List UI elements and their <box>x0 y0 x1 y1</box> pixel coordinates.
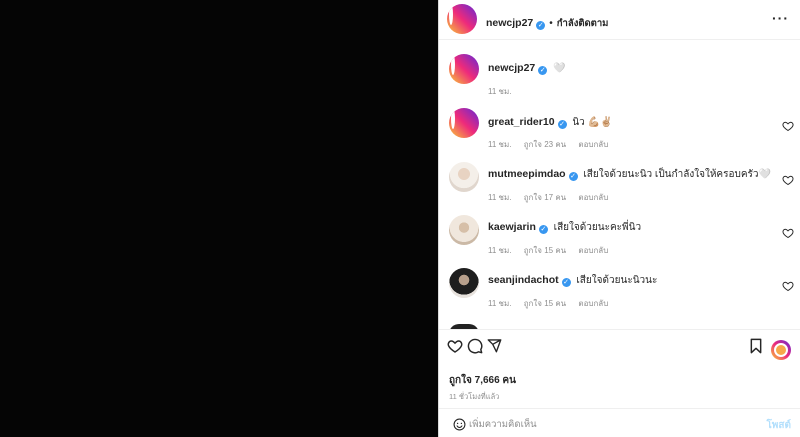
commenter-avatar[interactable] <box>449 215 479 245</box>
commenter-username[interactable]: seanjindachot <box>488 274 559 286</box>
likes-count[interactable]: ถูกใจ 7,666 คน <box>449 373 516 388</box>
comment-input[interactable] <box>469 415 749 433</box>
comment-likes[interactable]: ถูกใจ 15 คน <box>524 246 566 255</box>
reply-button[interactable]: ตอบกลับ <box>578 193 608 202</box>
commenter-username[interactable]: kaewjarin <box>488 221 536 233</box>
story-avatar-button[interactable] <box>771 340 791 360</box>
commenter-avatar[interactable] <box>449 162 479 192</box>
comment-likes[interactable]: ถูกใจ 17 คน <box>524 193 566 202</box>
separator-dot: • <box>549 18 553 29</box>
follow-status-button[interactable]: กำลังติดตาม <box>557 18 609 29</box>
post-header: newcjp27 ✓ • กำลังติดตาม ··· <box>439 0 800 40</box>
action-bar <box>439 329 800 365</box>
more-options-icon[interactable]: ··· <box>772 11 789 25</box>
comment-time: 11 ชม. <box>488 246 512 255</box>
comment-time: 11 ชม. <box>488 193 512 202</box>
verified-icon: ✓ <box>561 278 571 287</box>
share-icon[interactable] <box>487 338 502 353</box>
comment-meta: 11 ชม. ถูกใจ 15 คน ตอบกลับ <box>488 244 618 257</box>
comment-text: นิว 💪🏼✌🏼 <box>572 117 613 128</box>
comment-likes[interactable]: ถูกใจ 15 คน <box>524 299 566 308</box>
commenter-avatar[interactable] <box>449 268 479 298</box>
reply-button[interactable]: ตอบกลับ <box>578 299 608 308</box>
comment-text: เสียใจด้วยนะคะพี่นิว <box>553 222 642 233</box>
commenter-avatar[interactable] <box>449 108 479 138</box>
comment-meta: 11 ชม. ถูกใจ 17 คน ตอบกลับ <box>488 191 618 204</box>
comment-row: kaewjarin ✓ เสียใจด้วยนะคะพี่นิว 11 ชม. ถ… <box>449 215 794 259</box>
caption-time: 11 ชม. <box>488 87 512 96</box>
post-media[interactable] <box>0 0 438 437</box>
comment-composer: โพสต์ <box>439 408 800 437</box>
commenter-username[interactable]: great_rider10 <box>488 116 555 128</box>
heart-icon[interactable] <box>447 338 463 354</box>
caption-username[interactable]: newcjp27 <box>488 62 535 74</box>
post-time: 11 ชั่วโมงที่แล้ว <box>449 392 500 401</box>
heart-icon[interactable] <box>782 174 794 186</box>
verified-icon: ✓ <box>538 66 548 75</box>
comment-text: เสียใจด้วยนะนิวนะ <box>576 275 658 286</box>
heart-icon[interactable] <box>782 120 794 132</box>
heart-icon[interactable] <box>782 280 794 292</box>
heart-icon[interactable] <box>782 227 794 239</box>
comments-list[interactable]: newcjp27 ✓ 🤍 11 ชม. great_rider10 ✓ นิว 💪🏼… <box>439 41 800 329</box>
comment-row: mutmeepimdao ✓ เสียใจด้วยนะนิว เป็นกำลังใ… <box>449 162 794 206</box>
bookmark-icon[interactable] <box>749 338 763 354</box>
commenter-username[interactable]: mutmeepimdao <box>488 168 566 180</box>
comment-text: เสียใจด้วยนะนิว เป็นกำลังใจให้ครอบครัว🤍 <box>583 169 771 180</box>
author-avatar[interactable] <box>449 54 479 84</box>
caption-meta: 11 ชม. <box>488 85 521 98</box>
comment-time: 11 ชม. <box>488 299 512 308</box>
comment-likes[interactable]: ถูกใจ 23 คน <box>524 140 566 149</box>
comment-icon[interactable] <box>467 338 483 354</box>
comment-row: great_rider10 ✓ นิว 💪🏼✌🏼 11 ชม. ถูกใจ 23 … <box>449 108 794 152</box>
author-avatar[interactable] <box>447 4 477 34</box>
verified-icon: ✓ <box>538 225 548 234</box>
caption-text: 🤍 <box>553 63 566 74</box>
smile-icon[interactable] <box>453 418 466 431</box>
reply-button[interactable]: ตอบกลับ <box>578 246 608 255</box>
comment-row: seanjindachot ✓ เสียใจด้วยนะนิวนะ 11 ชม. … <box>449 268 794 312</box>
caption-row: newcjp27 ✓ 🤍 11 ชม. <box>449 54 794 98</box>
author-username[interactable]: newcjp27 <box>486 17 533 29</box>
post-panel: newcjp27 ✓ • กำลังติดตาม ··· newcjp27 ✓ 🤍 11… <box>438 0 800 437</box>
post-button[interactable]: โพสต์ <box>766 418 791 433</box>
verified-icon: ✓ <box>568 172 578 181</box>
comment-meta: 11 ชม. ถูกใจ 23 คน ตอบกลับ <box>488 138 618 151</box>
reply-button[interactable]: ตอบกลับ <box>578 140 608 149</box>
comment-time: 11 ชม. <box>488 140 512 149</box>
verified-icon: ✓ <box>536 21 546 30</box>
verified-icon: ✓ <box>557 120 567 129</box>
comment-meta: 11 ชม. ถูกใจ 15 คน ตอบกลับ <box>488 297 618 310</box>
